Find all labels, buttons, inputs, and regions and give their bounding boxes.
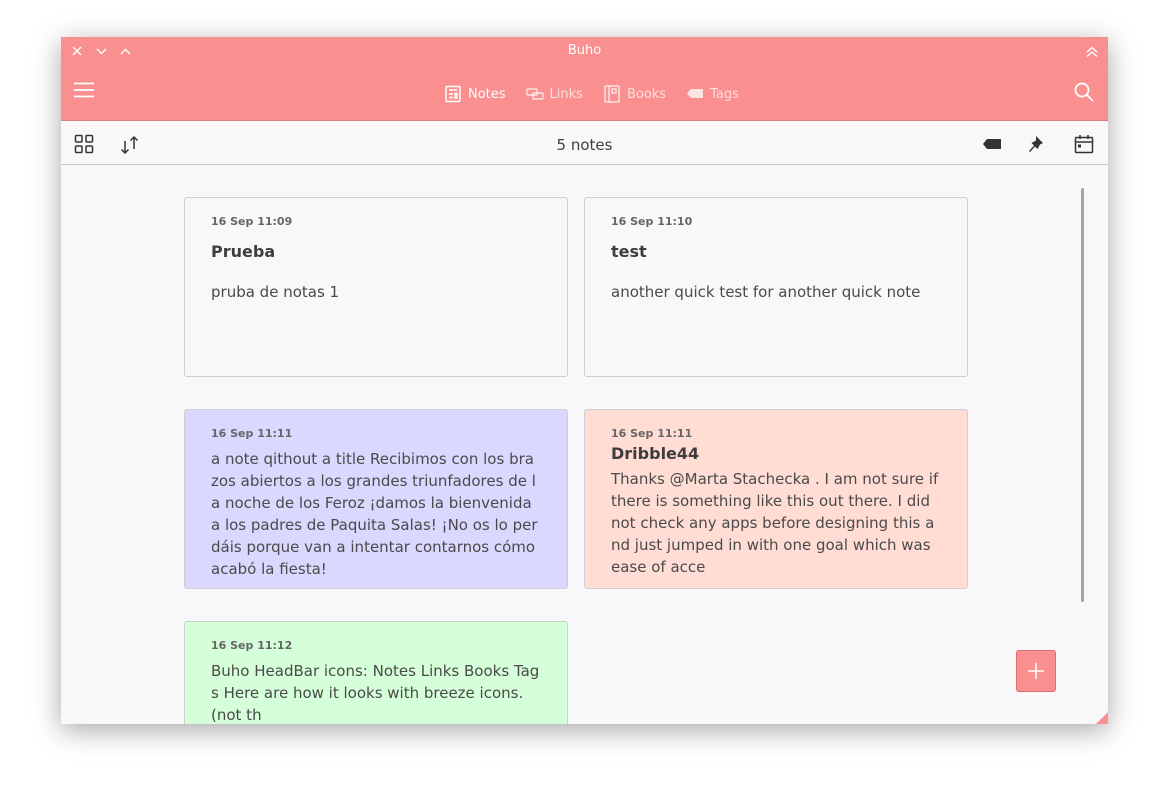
note-card[interactable]: 16 Sep 11:10 test another quick test for… [584,197,968,377]
note-date: 16 Sep 11:11 [211,427,293,440]
tab-notes[interactable]: Notes [444,85,506,103]
note-title: Prueba [211,242,276,261]
notes-grid: 16 Sep 11:09 Prueba pruba de notas 1 16 … [61,166,1108,724]
note-card[interactable]: 16 Sep 11:12 Buho HeadBar icons: Notes L… [184,621,568,724]
plus-icon [1028,663,1044,679]
add-note-button[interactable] [1016,650,1056,692]
note-card[interactable]: 16 Sep 11:09 Prueba pruba de notas 1 [184,197,568,377]
note-date: 16 Sep 11:11 [611,427,693,440]
view-tabs: Notes Links Books Tags [444,85,739,103]
calendar-icon [1074,135,1094,154]
menu-button[interactable] [74,82,96,102]
keep-above-button[interactable] [1086,43,1100,57]
note-body: a note qithout a title Recibimos con los… [211,450,538,578]
resize-handle[interactable] [1096,712,1108,724]
tab-links-label: Links [549,86,583,102]
notes-toolbar: 5 notes [61,122,1108,165]
tab-tags[interactable]: Tags [686,85,739,103]
notes-count: 5 notes [556,136,613,154]
note-body: Thanks @Marta Stachecka . I am not sure … [611,470,939,576]
note-date: 16 Sep 11:09 [211,215,293,228]
hamburger-icon [74,82,94,98]
tag-icon [983,139,1001,149]
pin-icon [1029,136,1043,152]
tab-links[interactable]: Links [525,85,583,103]
note-card[interactable]: 16 Sep 11:11 a note qithout a title Reci… [184,409,568,589]
pinned-filter-button[interactable] [1027,134,1049,156]
note-title: Dribble44 [611,444,700,463]
app-window: Buho Notes Links Books Tags 5 notes 16 S… [61,37,1108,724]
links-icon [525,88,544,100]
search-button[interactable] [1074,82,1096,104]
tab-notes-label: Notes [468,86,506,102]
title-bar: Buho [61,37,1108,65]
tab-tags-label: Tags [710,86,739,102]
search-icon [1074,82,1094,102]
tab-books[interactable]: Books [603,85,666,103]
note-title: test [611,242,647,261]
scrollbar[interactable] [1081,188,1084,602]
books-icon [604,85,620,103]
tags-filter-button[interactable] [982,134,1004,156]
note-body: Buho HeadBar icons: Notes Links Books Ta… [211,662,540,724]
note-body: pruba de notas 1 [211,283,340,301]
window-title: Buho [567,43,602,58]
note-body: another quick test for another quick not… [611,283,921,301]
note-date: 16 Sep 11:12 [211,639,293,652]
notes-icon [445,85,461,103]
head-bar: Notes Links Books Tags [61,65,1108,121]
date-filter-button[interactable] [1074,134,1096,156]
note-card[interactable]: 16 Sep 11:11 Dribble44 Thanks @Marta Sta… [584,409,968,589]
note-date: 16 Sep 11:10 [611,215,693,228]
tags-icon [687,89,704,98]
tab-books-label: Books [626,86,667,102]
double-chevron-up-icon [1086,46,1098,57]
